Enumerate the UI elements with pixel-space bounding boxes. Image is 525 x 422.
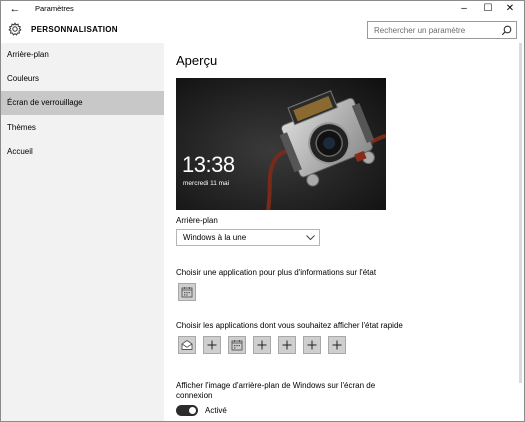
sidebar: Arrière-plan Couleurs Écran de verrouill… xyxy=(1,43,164,421)
quick-status-label: Choisir les applications dont vous souha… xyxy=(176,321,403,330)
quick-status-app-7[interactable] xyxy=(328,336,346,354)
plus-icon xyxy=(207,340,217,350)
plus-icon xyxy=(282,340,292,350)
sidebar-item-ecran-de-verrouillage[interactable]: Écran de verrouillage xyxy=(1,91,164,115)
plus-icon xyxy=(307,340,317,350)
sidebar-item-arriere-plan[interactable]: Arrière-plan xyxy=(1,43,164,67)
settings-window: ← Paramètres – ☐ ✕ PERSONNALISATION Rech… xyxy=(0,0,525,422)
quick-status-app-2[interactable] xyxy=(203,336,221,354)
background-selected-value: Windows à la une xyxy=(183,233,247,242)
sidebar-item-label: Écran de verrouillage xyxy=(7,98,83,107)
camera-photo xyxy=(176,78,386,210)
calendar-icon xyxy=(231,340,243,351)
window-title: Paramètres xyxy=(35,4,74,13)
calendar-icon xyxy=(181,287,193,298)
chevron-down-icon xyxy=(306,235,315,241)
search-icon[interactable] xyxy=(501,25,512,36)
page-title: PERSONNALISATION xyxy=(31,25,118,34)
sidebar-item-label: Thèmes xyxy=(7,123,36,132)
quick-status-app-1[interactable] xyxy=(178,336,196,354)
quick-status-app-6[interactable] xyxy=(303,336,321,354)
quick-status-app-3[interactable] xyxy=(228,336,246,354)
sidebar-item-couleurs[interactable]: Couleurs xyxy=(1,67,164,91)
search-input[interactable]: Rechercher un paramètre xyxy=(367,21,517,39)
sidebar-item-themes[interactable]: Thèmes xyxy=(1,116,164,140)
close-button[interactable]: ✕ xyxy=(500,1,520,17)
page-header: PERSONNALISATION Rechercher un paramètre xyxy=(1,17,524,43)
detailed-status-label: Choisir une application pour plus d'info… xyxy=(176,268,377,277)
back-button[interactable]: ← xyxy=(7,2,23,16)
detailed-status-app-button[interactable] xyxy=(178,283,196,301)
sidebar-item-accueil[interactable]: Accueil xyxy=(1,140,164,164)
mail-icon xyxy=(181,339,193,350)
preview-heading: Aperçu xyxy=(176,53,218,68)
background-dropdown[interactable]: Windows à la une xyxy=(176,229,320,246)
quick-status-app-4[interactable] xyxy=(253,336,271,354)
toggle-knob xyxy=(189,407,196,414)
title-bar: ← Paramètres – ☐ ✕ xyxy=(1,1,524,17)
quick-status-app-5[interactable] xyxy=(278,336,296,354)
show-background-label-line2: connexion xyxy=(176,391,213,400)
gear-icon xyxy=(8,22,22,36)
sidebar-item-label: Couleurs xyxy=(7,74,40,83)
lock-screen-preview: 13:38 mercredi 11 mai xyxy=(176,78,386,210)
show-background-toggle[interactable] xyxy=(176,405,198,416)
toggle-state-label: Activé xyxy=(205,406,227,415)
sidebar-item-label: Accueil xyxy=(7,147,33,156)
background-label: Arrière-plan xyxy=(176,216,218,225)
preview-date: mercredi 11 mai xyxy=(183,180,230,187)
plus-icon xyxy=(332,340,342,350)
minimize-button[interactable]: – xyxy=(454,1,474,17)
preview-time: 13:38 xyxy=(182,152,235,177)
plus-icon xyxy=(257,340,267,350)
maximize-button[interactable]: ☐ xyxy=(478,1,498,17)
sidebar-item-label: Arrière-plan xyxy=(7,50,49,59)
scrollbar[interactable] xyxy=(519,43,522,383)
search-placeholder: Rechercher un paramètre xyxy=(374,26,466,35)
main-content: Aperçu 13:38 mercredi 11 mai Arrière-pla… xyxy=(164,43,524,421)
